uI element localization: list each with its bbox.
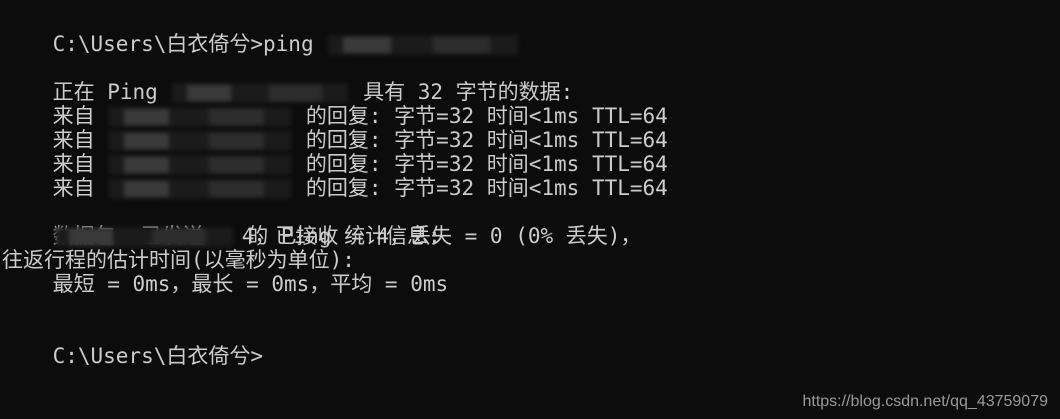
- text-cursor: [263, 347, 265, 367]
- final-prompt: C:\Users\白衣倚兮>: [52, 344, 264, 368]
- reply-suffix: 的回复: 字节=32 时间<1ms TTL=64: [305, 104, 668, 128]
- redacted-ip: [109, 131, 292, 151]
- command-line: C:\Users\白衣倚兮>ping: [2, 8, 1060, 56]
- redacted-ip: [54, 227, 233, 247]
- redacted-ip: [328, 35, 519, 55]
- reply-prefix: 来自: [52, 152, 108, 176]
- reply-suffix: 的回复: 字节=32 时间<1ms TTL=64: [305, 176, 668, 200]
- reply-prefix: 来自: [52, 176, 108, 200]
- rtt-header-line: 往返行程的估计时间(以毫秒为单位):: [2, 248, 355, 272]
- command-prompt-window[interactable]: C:\Users\白衣倚兮>ping 正在 Ping 具有 32 字节的数据: …: [0, 0, 1060, 419]
- ping-intro-prefix: 正在 Ping: [52, 80, 171, 104]
- rtt-values-line: 最短 = 0ms，最长 = 0ms，平均 = 0ms: [2, 272, 449, 296]
- stats-header-line: 的 Ping 统计信息:: [2, 200, 1060, 248]
- command-text: ping: [263, 32, 327, 56]
- reply-prefix: 来自: [52, 104, 108, 128]
- ping-intro-line: 正在 Ping 具有 32 字节的数据:: [2, 56, 1060, 104]
- redacted-ip: [109, 155, 292, 175]
- reply-prefix: 来自: [52, 128, 108, 152]
- redacted-ip: [172, 83, 349, 103]
- ping-intro-suffix: 具有 32 字节的数据:: [363, 80, 574, 104]
- prompt-path: C:\Users\白衣倚兮>: [52, 32, 264, 56]
- reply-suffix: 的回复: 字节=32 时间<1ms TTL=64: [305, 152, 668, 176]
- redacted-ip: [109, 107, 292, 127]
- watermark-url: https://blog.csdn.net/qq_43759079: [802, 393, 1048, 410]
- final-prompt-line[interactable]: C:\Users\白衣倚兮>: [2, 320, 1060, 368]
- redacted-ip: [109, 179, 292, 199]
- reply-suffix: 的回复: 字节=32 时间<1ms TTL=64: [305, 128, 668, 152]
